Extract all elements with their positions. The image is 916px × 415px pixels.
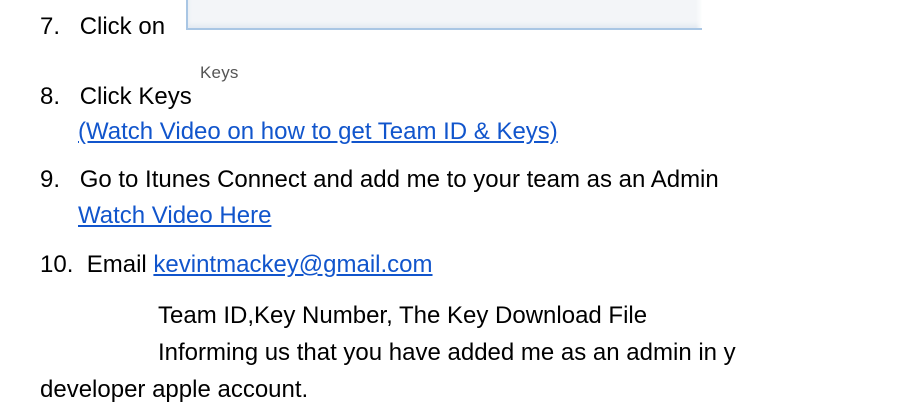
step-8-link-line: (Watch Video on how to get Team ID & Key…	[78, 118, 558, 146]
step-9-text: Go to Itunes Connect and add me to your …	[79, 166, 719, 193]
screenshot-edge	[696, 0, 702, 28]
step-10-number: 10.	[40, 251, 74, 278]
step-10: 10. Email kevintmackey@gmail.com	[40, 251, 433, 279]
detail-line-2: Informing us that you have added me as a…	[158, 339, 736, 366]
step-7-text: Click on	[79, 13, 166, 40]
detail-line-3: developer apple account.	[40, 376, 309, 403]
step-9-number: 9.	[40, 166, 61, 193]
watch-video-here-link[interactable]: Watch Video Here	[78, 202, 271, 229]
step-8-number: 8.	[40, 83, 61, 110]
step-7-number: 7.	[40, 13, 61, 40]
step-9: 9. Go to Itunes Connect and add me to yo…	[40, 166, 719, 194]
keys-screenshot-label: Keys	[200, 63, 239, 82]
step-8: 8. Click Keys	[40, 83, 192, 111]
screenshot-button-image	[186, 0, 702, 30]
email-link[interactable]: kevintmackey@gmail.com	[153, 251, 432, 278]
detail-line-1: Team ID,Key Number, The Key Download Fil…	[158, 302, 648, 329]
watch-video-team-id-keys-link[interactable]: (Watch Video on how to get Team ID & Key…	[78, 118, 558, 145]
step-9-link-line: Watch Video Here	[78, 202, 271, 230]
step-8-text: Click Keys	[79, 83, 192, 110]
step-10-text: Email	[80, 251, 154, 278]
step-7: 7. Click on	[40, 13, 165, 41]
document-page: { "steps": [ { "number": "7.", "text": "…	[0, 0, 916, 415]
